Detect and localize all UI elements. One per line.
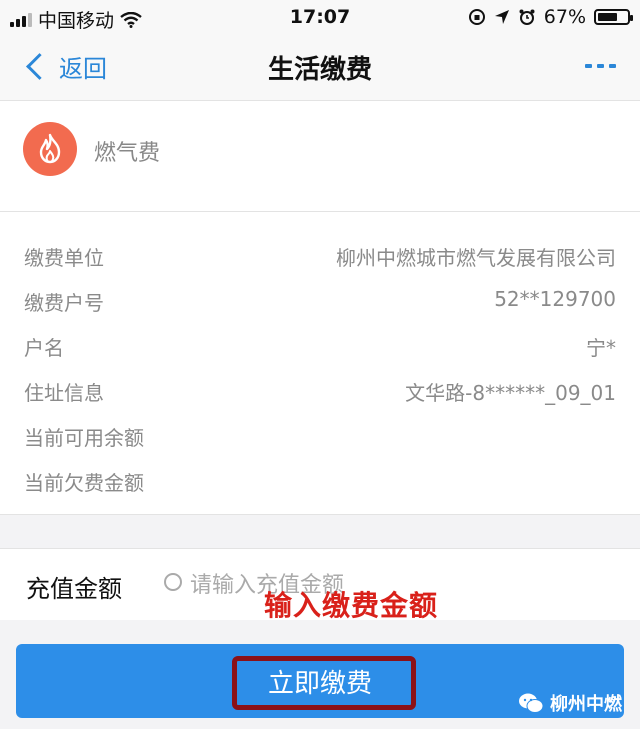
detail-row-account: 缴费户号 52**129700 — [0, 281, 640, 321]
detail-row-name: 户名 宁* — [0, 326, 640, 366]
detail-value: 宁* — [586, 336, 616, 360]
detail-label: 户名 — [24, 336, 64, 360]
orientation-lock-icon — [468, 9, 485, 25]
detail-row-balance: 当前可用余额 — [0, 416, 640, 456]
detail-label: 缴费单位 — [24, 246, 104, 270]
battery-percent: 67% — [543, 6, 586, 28]
wechat-icon — [519, 693, 544, 713]
detail-row-address: 住址信息 文华路-8******_09_01 — [0, 371, 640, 411]
detail-label: 缴费户号 — [24, 291, 104, 315]
location-icon — [494, 10, 509, 24]
alarm-icon — [519, 9, 535, 25]
status-right: 67% — [468, 6, 633, 28]
biller-name: 燃气费 — [94, 141, 161, 166]
detail-label: 住址信息 — [24, 381, 104, 405]
battery-icon — [594, 9, 633, 25]
more-button[interactable] — [585, 64, 616, 68]
bill-details: 缴费单位 柳州中燃城市燃气发展有限公司 缴费户号 52**129700 户名 宁… — [0, 212, 640, 515]
nav-bar: 返回 生活缴费 — [0, 34, 640, 101]
more-dot-icon — [609, 64, 616, 68]
biller-card: 燃气费 — [0, 101, 640, 212]
battery-fill — [598, 13, 617, 21]
flame-icon — [23, 122, 77, 176]
detail-label: 当前可用余额 — [24, 426, 144, 450]
status-bar: 中国移动 17:07 67% — [0, 0, 640, 34]
detail-value: 文华路-8******_09_01 — [405, 381, 616, 405]
detail-row-unit: 缴费单位 柳州中燃城市燃气发展有限公司 — [0, 236, 640, 276]
detail-value: 52**129700 — [494, 287, 616, 311]
more-dot-icon — [597, 64, 604, 68]
more-dot-icon — [585, 64, 592, 68]
amount-label: 充值金额 — [26, 575, 122, 603]
flame-glyph — [39, 133, 61, 164]
watermark-text: 柳州中燃 — [550, 694, 622, 715]
watermark: 柳州中燃 — [518, 690, 622, 716]
page-title: 生活缴费 — [267, 55, 372, 85]
annotation-text: 输入缴费金额 — [264, 589, 439, 622]
detail-row-arrears: 当前欠费金额 — [0, 461, 640, 501]
detail-label: 当前欠费金额 — [24, 471, 144, 495]
detail-value: 柳州中燃城市燃气发展有限公司 — [336, 246, 616, 270]
